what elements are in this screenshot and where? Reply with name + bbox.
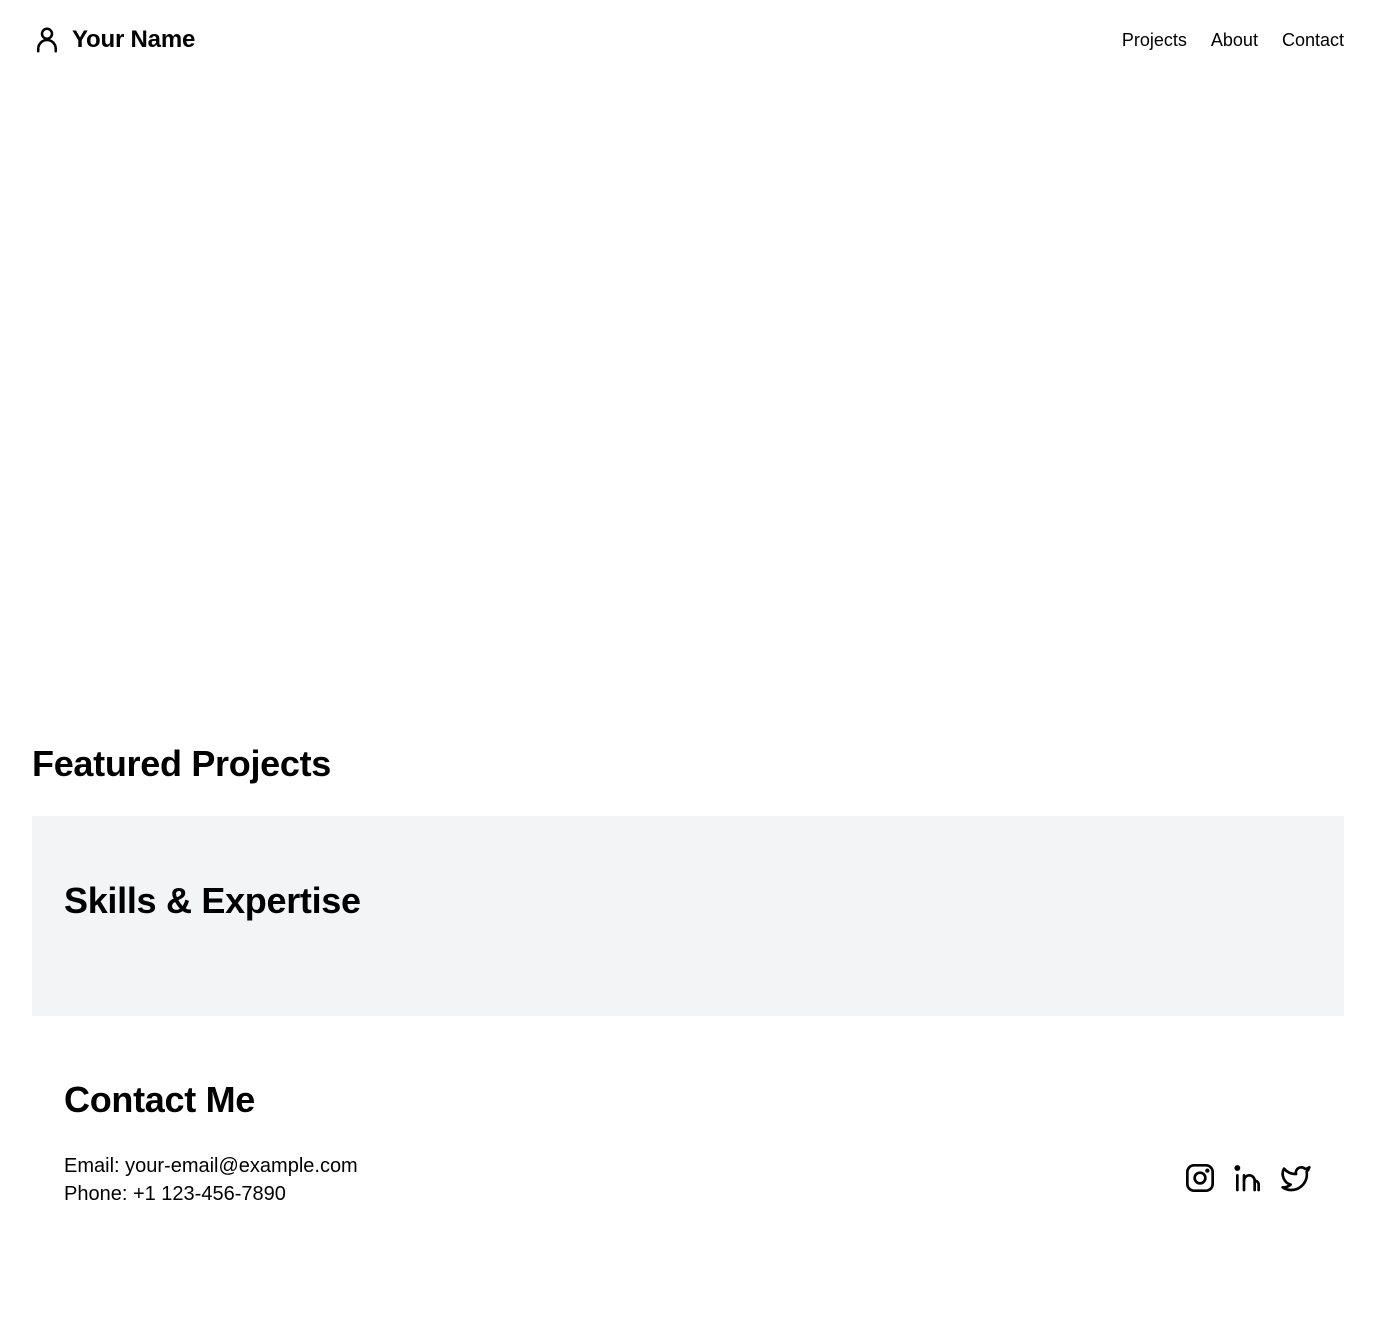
nav-contact[interactable]: Contact <box>1282 30 1344 51</box>
instagram-icon[interactable] <box>1184 1162 1216 1194</box>
nav-projects[interactable]: Projects <box>1122 30 1187 51</box>
contact-title: Contact Me <box>64 1079 256 1120</box>
contact-phone: Phone: +1 123-456-7890 <box>64 1183 286 1205</box>
user-icon <box>32 25 62 55</box>
brand-link[interactable]: Your Name <box>32 25 195 55</box>
site-header: Your Name Projects About Contact <box>32 20 1344 60</box>
contact-info: Email: your-email@example.com Phone: +1 … <box>64 1152 358 1208</box>
skills-title: Skills & Expertise <box>64 880 361 921</box>
brand-name: Your Name <box>72 26 196 53</box>
featured-projects-title: Featured Projects <box>32 743 332 784</box>
twitter-icon[interactable] <box>1280 1162 1312 1194</box>
social-links <box>1184 1162 1312 1194</box>
page: Your Name Projects About Contact Feature… <box>0 0 1376 1336</box>
main-nav: Projects About Contact <box>1122 30 1344 51</box>
nav-about[interactable]: About <box>1211 30 1258 51</box>
contact-email: Email: your-email@example.com <box>64 1155 358 1177</box>
skills-section: Skills & Expertise <box>32 816 1344 1016</box>
contact-section: Contact Me Email: your-email@example.com… <box>32 1016 1344 1256</box>
linkedin-icon[interactable] <box>1232 1162 1264 1194</box>
